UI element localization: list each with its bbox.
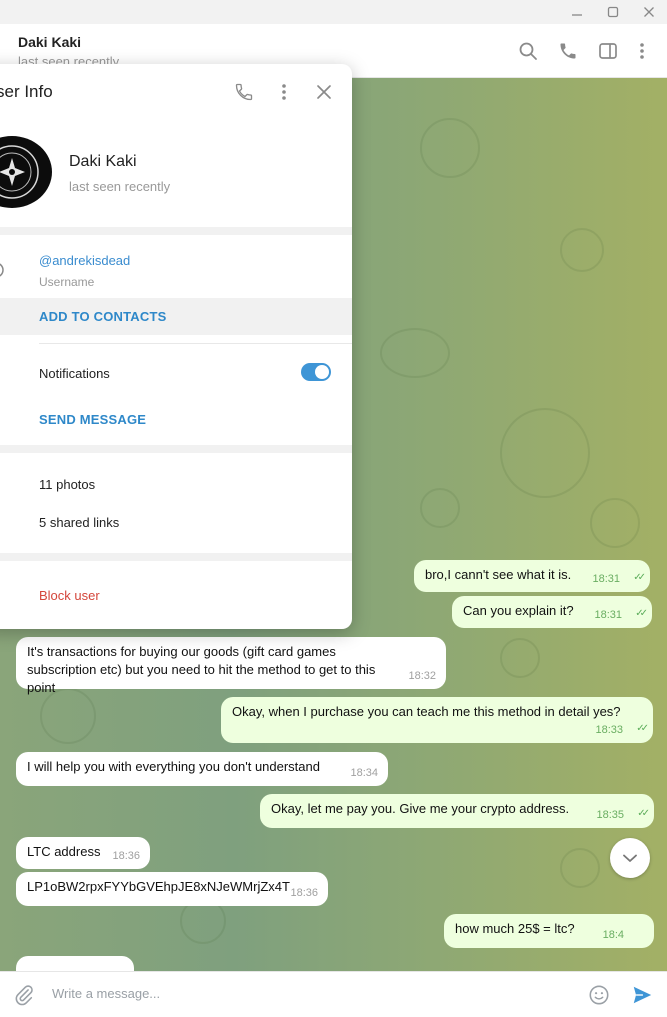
- message-time: 18:35: [596, 809, 624, 821]
- divider-line: [39, 343, 352, 344]
- search-icon: [519, 42, 537, 60]
- username-value[interactable]: @andrekisdead: [39, 253, 130, 268]
- notifications-toggle[interactable]: [301, 363, 331, 381]
- message-time: 18:33: [595, 724, 623, 736]
- emoji-icon: [589, 985, 609, 1005]
- section-divider: [0, 553, 352, 561]
- message-composer: Write a message...: [0, 971, 667, 1017]
- emoji-button[interactable]: [587, 983, 611, 1007]
- panel-more-button[interactable]: [272, 80, 296, 104]
- background-doodle: [560, 848, 600, 888]
- peer-name[interactable]: Daki Kaki: [18, 34, 81, 50]
- block-icon: [0, 588, 8, 604]
- message-text: how much 25$ = ltc?: [455, 921, 575, 936]
- call-button[interactable]: [556, 39, 580, 63]
- message-incoming[interactable]: It's transactions for buying our goods (…: [16, 637, 446, 695]
- search-button[interactable]: [516, 39, 540, 63]
- message-text: Okay, let me pay you. Give me your crypt…: [271, 801, 570, 816]
- message-time: 18:36: [112, 850, 140, 862]
- message-outgoing[interactable]: Okay, when I purchase you can teach me t…: [221, 697, 653, 743]
- message-text: bro,I cann't see what it is.: [425, 567, 572, 582]
- profile-status: last seen recently: [69, 179, 171, 194]
- background-doodle: [590, 498, 640, 548]
- panel-title: ser Info: [0, 82, 53, 101]
- message-text: Okay, when I purchase you can teach me t…: [232, 704, 621, 719]
- username-label: Username: [39, 275, 95, 289]
- panel-close-button[interactable]: [312, 80, 336, 104]
- message-outgoing[interactable]: how much 25$ = ltc? 18:4: [444, 914, 654, 948]
- close-icon: [644, 7, 654, 17]
- background-doodle: [380, 328, 450, 378]
- read-check-icon: ✓✓: [635, 608, 648, 619]
- maximize-button[interactable]: [595, 0, 631, 24]
- section-divider: [0, 445, 352, 453]
- message-input[interactable]: Write a message...: [52, 986, 160, 1001]
- minimize-button[interactable]: [559, 0, 595, 24]
- add-to-contacts-button[interactable]: ADD TO CONTACTS: [39, 309, 166, 324]
- window-titlebar: [0, 0, 667, 24]
- message-text: It's transactions for buying our goods (…: [27, 644, 376, 695]
- message-incoming[interactable]: I will help you with everything you don'…: [16, 752, 388, 786]
- panel-call-button[interactable]: [232, 80, 256, 104]
- message-incoming[interactable]: LP1oBW2rpxFYYbGVEhpJE8xNJeWMrjZx4T 18:36: [16, 872, 328, 906]
- more-vertical-icon: [640, 43, 644, 59]
- message-text: LP1oBW2rpxFYYbGVEhpJE8xNJeWMrjZx4T: [27, 879, 290, 894]
- link-icon: [0, 515, 8, 531]
- message-time: 18:4: [602, 929, 624, 941]
- background-doodle: [560, 228, 604, 272]
- minimize-icon: [572, 14, 582, 16]
- message-time: 18:34: [350, 767, 378, 779]
- read-check-icon: ✓✓: [633, 572, 646, 583]
- phone-icon: [235, 83, 253, 101]
- send-icon: [633, 986, 652, 1004]
- attach-button[interactable]: [12, 983, 36, 1007]
- read-check-icon: ✓✓: [636, 723, 649, 734]
- background-doodle: [500, 408, 590, 498]
- message-time: 18:31: [592, 573, 620, 585]
- message-outgoing[interactable]: bro,I cann't see what it is. 18:31 ✓✓: [414, 560, 650, 592]
- message-incoming-partial[interactable]: [16, 956, 134, 971]
- send-message-button[interactable]: SEND MESSAGE: [39, 412, 146, 427]
- message-outgoing[interactable]: Okay, let me pay you. Give me your crypt…: [260, 794, 654, 828]
- message-time: 18:32: [408, 670, 436, 682]
- attach-icon: [15, 985, 33, 1006]
- phone-icon: [560, 43, 576, 59]
- avatar-logo-icon: [0, 145, 39, 199]
- close-window-button[interactable]: [631, 0, 667, 24]
- more-button[interactable]: [630, 39, 654, 63]
- chevron-down-icon: [623, 854, 637, 862]
- info-icon: [0, 263, 4, 277]
- message-time: 18:36: [290, 887, 318, 899]
- message-incoming[interactable]: LTC address 18:36: [16, 837, 150, 869]
- message-text: Can you explain it?: [463, 603, 574, 618]
- block-user-button[interactable]: Block user: [39, 588, 100, 603]
- background-doodle: [420, 488, 460, 528]
- toggle-knob: [315, 365, 329, 379]
- section-divider: [0, 227, 352, 235]
- scroll-down-button[interactable]: [610, 838, 650, 878]
- add-to-contacts-row[interactable]: ADD TO CONTACTS: [0, 298, 352, 335]
- bell-icon: [0, 365, 8, 381]
- notifications-label: Notifications: [39, 366, 110, 381]
- photos-link[interactable]: 11 photos: [39, 477, 95, 492]
- message-text: LTC address: [27, 844, 101, 859]
- photo-icon: [0, 477, 8, 493]
- avatar[interactable]: [0, 136, 52, 208]
- close-icon: [317, 85, 331, 99]
- sidebar-toggle-icon: [599, 43, 617, 59]
- send-button[interactable]: [630, 983, 654, 1007]
- message-time: 18:31: [594, 609, 622, 621]
- message-outgoing[interactable]: Can you explain it? 18:31 ✓✓: [452, 596, 652, 628]
- background-doodle: [420, 118, 480, 178]
- maximize-icon: [607, 6, 619, 18]
- shared-links-link[interactable]: 5 shared links: [39, 515, 119, 530]
- more-vertical-icon: [282, 84, 286, 100]
- sidebar-toggle-button[interactable]: [596, 39, 620, 63]
- user-info-panel: ser Info Daki Kaki last seen recently @a…: [0, 64, 352, 629]
- message-text: I will help you with everything you don'…: [27, 759, 320, 774]
- background-doodle: [500, 638, 540, 678]
- profile-name: Daki Kaki: [69, 153, 137, 170]
- read-check-icon: ✓✓: [637, 808, 650, 819]
